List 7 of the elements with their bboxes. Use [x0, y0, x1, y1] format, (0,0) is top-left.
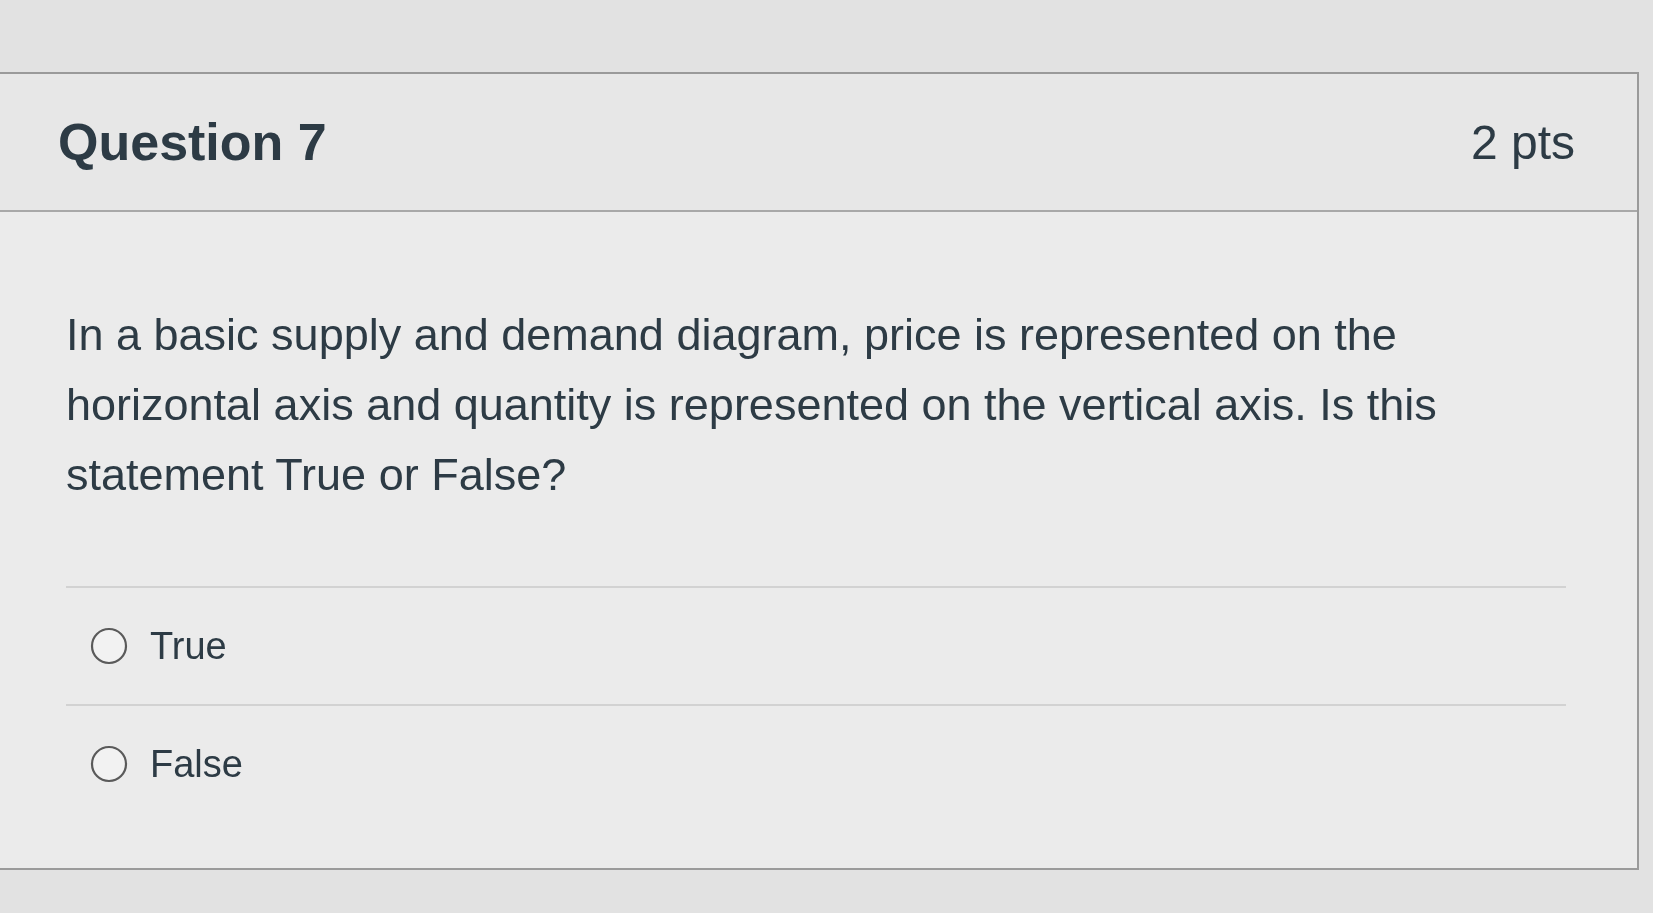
question-text: In a basic supply and demand diagram, price is represented on the horizontal axis and quantity is represented on the vertical axis. Is this statement True or False?	[66, 308, 1438, 502]
question-title: Question 7	[58, 112, 327, 172]
radio-button[interactable]	[90, 627, 128, 665]
question-points: 2 pts	[1470, 114, 1575, 170]
answer-option[interactable]: False	[66, 704, 1566, 822]
radio-button[interactable]	[90, 745, 128, 783]
answer-option[interactable]: True	[66, 586, 1566, 704]
